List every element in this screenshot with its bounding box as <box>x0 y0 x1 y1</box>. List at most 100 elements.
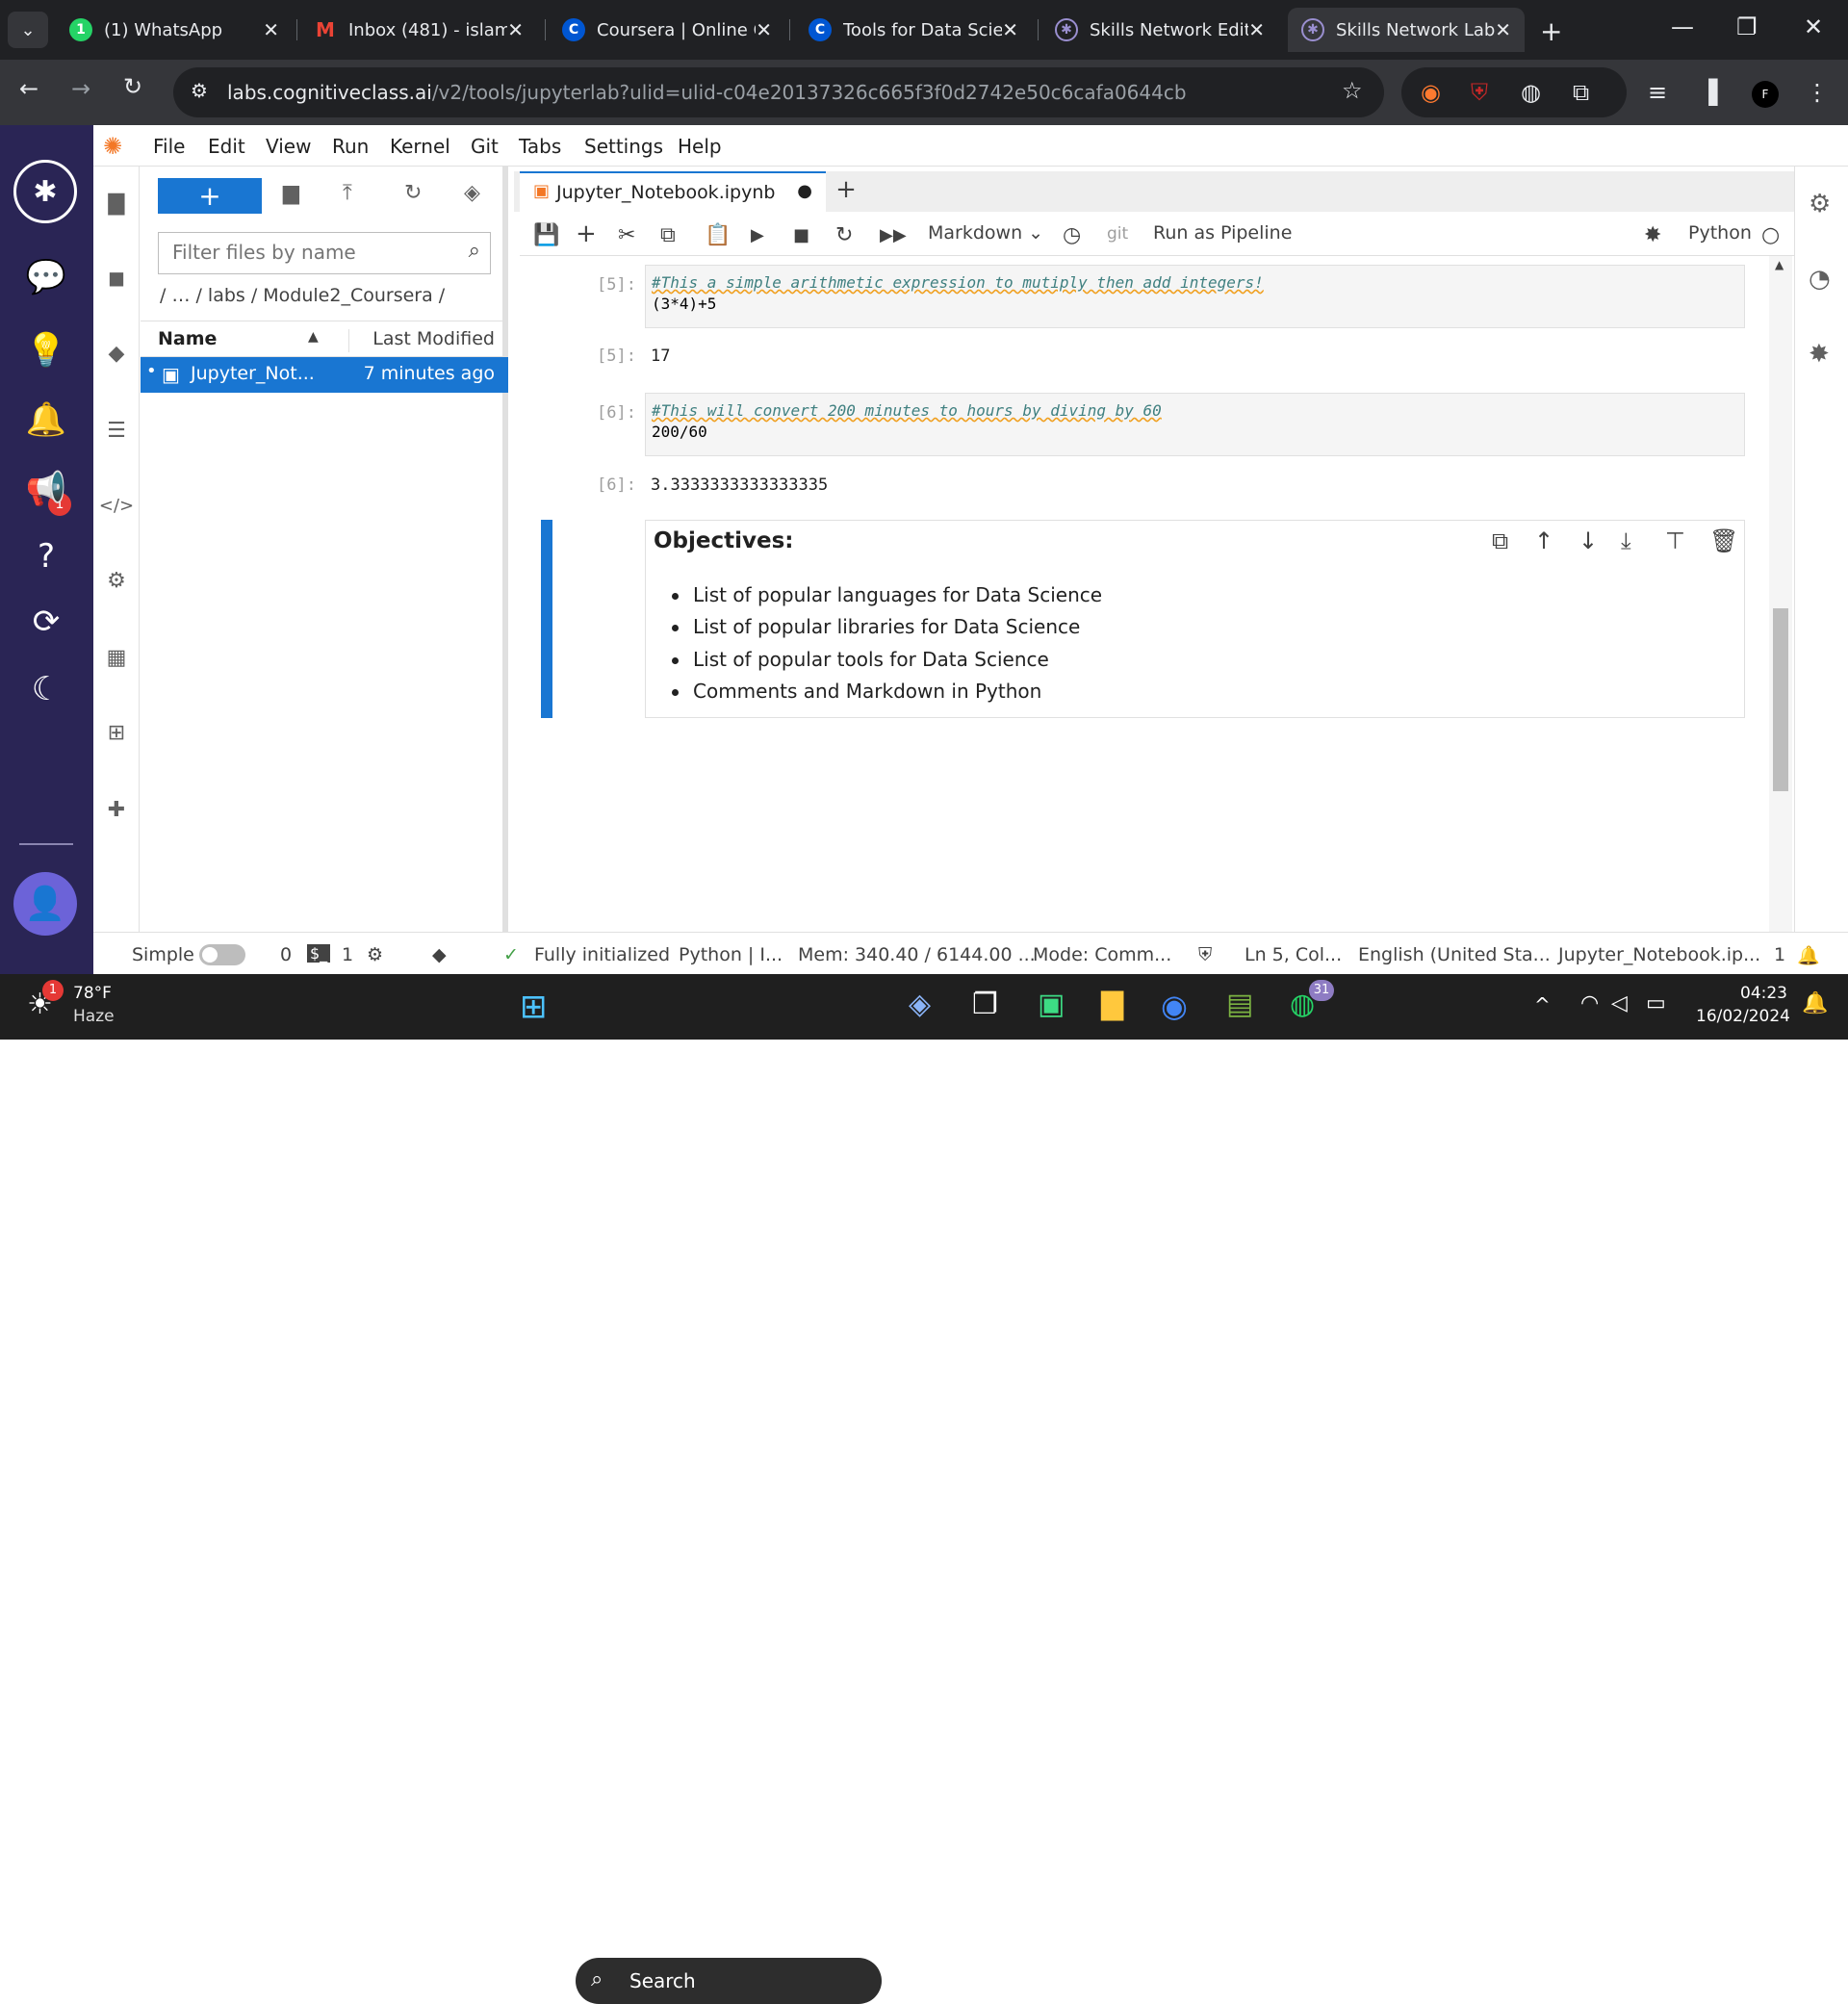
menu-settings[interactable]: Settings <box>584 135 663 158</box>
bell-icon[interactable]: 🔔 <box>23 397 69 443</box>
browser-tab-coursera[interactable]: C Coursera | Online C ✕ <box>549 8 785 52</box>
forward-icon[interactable]: → <box>71 75 90 102</box>
menu-git[interactable]: Git <box>471 135 499 158</box>
code-cell[interactable]: #This will convert 200 minutes to hours … <box>645 393 1745 456</box>
inspector-icon[interactable]: ▦ <box>101 642 132 673</box>
insert-below-icon[interactable]: ⊤ <box>1665 527 1685 554</box>
ublock-icon[interactable]: ⛨ <box>1471 79 1488 106</box>
new-tab-icon[interactable]: + <box>832 175 860 208</box>
copilot-icon[interactable]: ◈ <box>909 988 931 1021</box>
extension-icon[interactable]: ◉ <box>1421 79 1441 106</box>
running-icon[interactable]: ◼ <box>101 263 132 294</box>
file-row[interactable]: • ▣ Jupyter_Not... 7 minutes ago <box>141 357 508 393</box>
menu-file[interactable]: File <box>153 135 185 158</box>
app-icon[interactable]: ▤ <box>1226 988 1253 1021</box>
menu-view[interactable]: View <box>266 135 311 158</box>
close-icon[interactable]: ✕ <box>1002 18 1018 41</box>
git-icon[interactable]: ◆ <box>101 338 132 369</box>
language-indicator[interactable]: English (United Sta... <box>1358 944 1551 965</box>
taskbar-search[interactable]: ⌕ Search <box>576 1958 882 2004</box>
filter-files-input[interactable] <box>159 233 438 271</box>
insert-above-icon[interactable]: ⤓ <box>1621 527 1631 554</box>
clock-date[interactable]: 16/02/2024 <box>1696 1007 1790 1026</box>
task-view-icon[interactable]: ❐ <box>972 988 998 1021</box>
new-folder-icon[interactable]: ▆ <box>283 181 299 205</box>
close-icon[interactable]: ✕ <box>756 18 772 41</box>
tab-search-button[interactable]: ⌄ <box>8 12 48 48</box>
user-avatar-icon[interactable]: 👤 <box>13 872 77 936</box>
security-icon[interactable]: ⛨ <box>1198 944 1212 965</box>
lightbulb-icon[interactable]: 💡 <box>23 327 69 373</box>
scrollbar-thumb[interactable] <box>1773 608 1788 791</box>
history-icon[interactable]: ◷ <box>1063 223 1081 247</box>
battery-icon[interactable]: ▭ <box>1646 991 1666 1015</box>
breadcrumb[interactable]: / … / labs / Module2_Coursera / <box>160 285 445 306</box>
cursor-position[interactable]: Ln 5, Col... <box>1245 944 1342 965</box>
close-icon[interactable]: ✕ <box>507 18 524 41</box>
run-icon[interactable]: ▶ <box>751 225 764 245</box>
sync-icon[interactable]: ⟳ <box>23 599 69 645</box>
window-close-icon[interactable]: ✕ <box>1804 13 1823 40</box>
fast-forward-icon[interactable]: ▶▶ <box>880 225 907 245</box>
move-down-icon[interactable]: ↓ <box>1578 527 1598 554</box>
help-icon[interactable]: ? <box>23 533 69 579</box>
terminal-icon[interactable]: $_ <box>307 944 331 963</box>
browser-tab-whatsapp[interactable]: 1 (1) WhatsApp ✕ <box>56 8 293 52</box>
close-icon[interactable]: ✕ <box>263 18 279 41</box>
folder-icon[interactable]: ▇ <box>101 188 132 218</box>
puzzle-icon[interactable]: ✚ <box>101 794 132 825</box>
menu-kernel[interactable]: Kernel <box>390 135 450 158</box>
property-inspector-icon[interactable]: ⚙ <box>101 565 132 596</box>
reload-icon[interactable]: ↻ <box>123 73 142 100</box>
android-studio-icon[interactable]: ▣ <box>1038 988 1065 1021</box>
upload-icon[interactable]: ⤒ <box>343 181 352 205</box>
menu-run[interactable]: Run <box>332 135 369 158</box>
file-explorer-icon[interactable]: ▇ <box>1101 988 1123 1021</box>
git-label[interactable]: git <box>1107 224 1128 244</box>
clock-time[interactable]: 04:23 <box>1740 984 1787 1003</box>
bookmark-star-icon[interactable]: ☆ <box>1342 77 1363 104</box>
paste-icon[interactable]: 📋 <box>705 223 731 247</box>
minimize-icon[interactable]: — <box>1671 13 1694 40</box>
profile-avatar[interactable]: F <box>1752 81 1779 108</box>
megaphone-icon[interactable]: 📢 <box>23 466 69 512</box>
code-icon[interactable]: </> <box>99 490 134 521</box>
restart-icon[interactable]: ↻ <box>835 223 853 247</box>
kernel-status[interactable]: Python | I... <box>679 944 783 965</box>
kernel-icon[interactable]: ⚙ <box>367 944 383 965</box>
cell-type-select[interactable]: Markdown ⌄ <box>928 222 1043 244</box>
browser-tab-gmail[interactable]: M Inbox (481) - islam ✕ <box>300 8 537 52</box>
gauge-icon[interactable]: ◔ <box>1809 265 1831 294</box>
git-icon[interactable]: ◆ <box>432 944 447 965</box>
start-icon[interactable]: ⊞ <box>520 988 548 1026</box>
close-icon[interactable]: ✕ <box>1495 18 1511 41</box>
media-icon[interactable]: ≡ <box>1648 79 1667 106</box>
site-info-icon[interactable]: ⚙ <box>191 79 208 102</box>
browser-tab-tools[interactable]: C Tools for Data Scie ✕ <box>795 8 1032 52</box>
skills-network-logo[interactable]: ✱ <box>13 160 77 223</box>
volume-icon[interactable]: ◁ <box>1611 991 1628 1015</box>
menu-kebab-icon[interactable]: ⋮ <box>1806 79 1829 106</box>
insert-cell-icon[interactable]: + <box>576 219 597 248</box>
cut-icon[interactable]: ✂ <box>618 223 635 247</box>
property-inspector-icon[interactable]: ⚙ <box>1809 190 1831 218</box>
new-tab-icon[interactable]: + <box>1540 15 1562 47</box>
code-cell[interactable]: #This a simple arithmetic expression to … <box>645 265 1745 328</box>
scroll-up-icon[interactable]: ▲ <box>1775 258 1784 271</box>
notebook-tab[interactable]: ▣ Jupyter_Notebook.ipynb ● <box>520 171 826 212</box>
menu-edit[interactable]: Edit <box>208 135 245 158</box>
restore-icon[interactable]: ❐ <box>1736 13 1758 40</box>
unsaved-dot-icon[interactable]: ● <box>797 181 812 201</box>
kernel-name[interactable]: Python <box>1688 222 1752 244</box>
save-icon[interactable]: 💾 <box>533 223 559 247</box>
extension-icon[interactable]: ◍ <box>1521 79 1541 106</box>
omnibox[interactable]: ⚙ labs.cognitiveclass.ai/v2/tools/jupyte… <box>173 67 1384 117</box>
git-clone-icon[interactable]: ◈ <box>464 181 480 205</box>
menu-help[interactable]: Help <box>678 135 722 158</box>
new-launcher-button[interactable]: + <box>158 178 262 214</box>
puzzle-icon[interactable]: ⧉ <box>1573 79 1589 106</box>
menu-tabs[interactable]: Tabs <box>519 135 561 158</box>
column-last-modified[interactable]: Last Modified <box>372 328 495 349</box>
notification-bell-icon[interactable]: 🔔 <box>1802 991 1828 1015</box>
browser-tab-skills-labs[interactable]: ✱ Skills Network Labs ✕ <box>1288 8 1525 52</box>
